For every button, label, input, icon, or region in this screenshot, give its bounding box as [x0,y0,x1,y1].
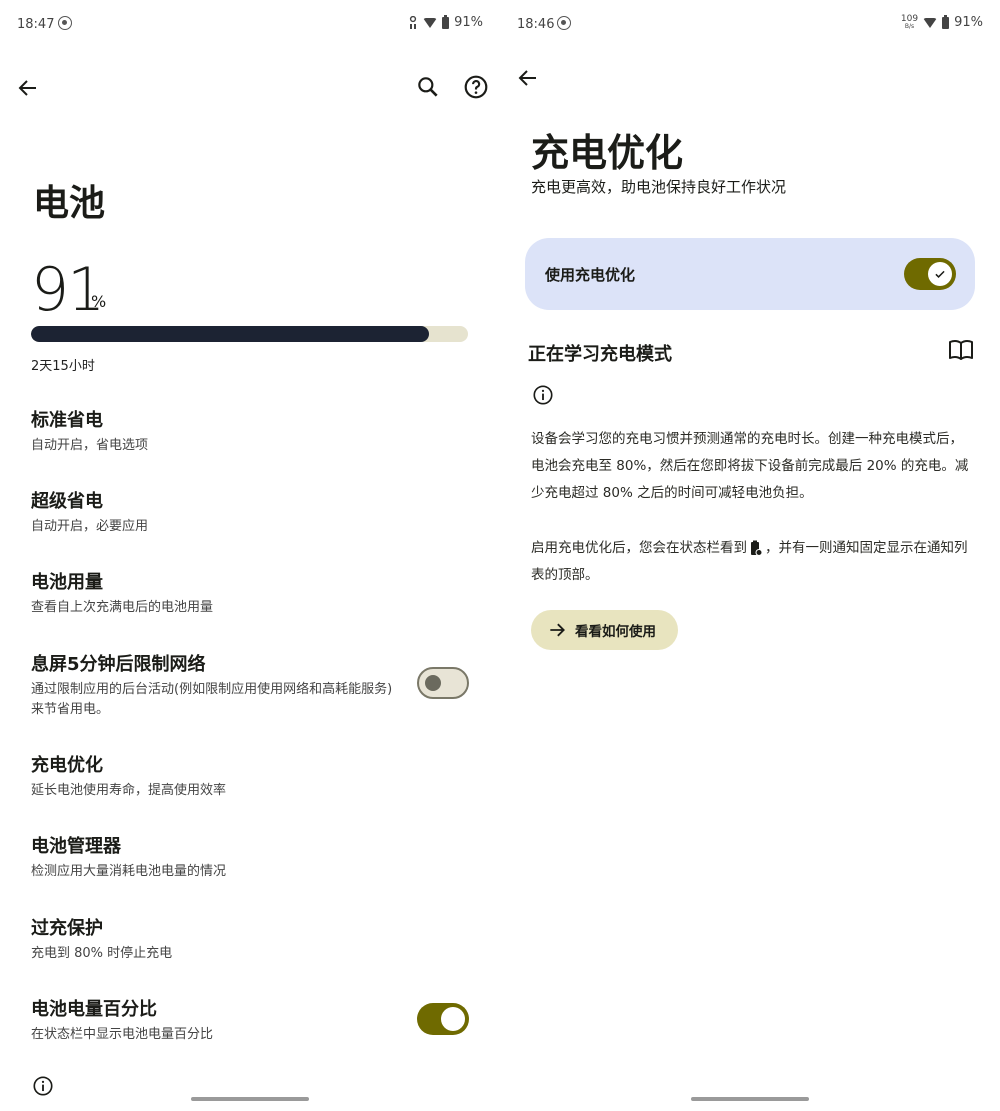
item-subtitle: 查看自上次充满电后的电池用量 [31,600,214,615]
wifi-icon [923,17,938,28]
item-standard-saver[interactable]: 标准省电 自动开启，省电选项 [31,408,411,456]
battery-level: 91 [31,255,105,325]
item-subtitle: 检测应用大量消耗电池电量的情况 [31,864,227,879]
gesture-navigation-bar[interactable] [691,1097,809,1101]
use-charging-optimization-card[interactable]: 使用充电优化 [525,238,975,310]
battery-icon [442,14,450,29]
alarm-icon [58,16,72,30]
page-title: 电池 [33,183,106,224]
how-to-use-label: 看看如何使用 [575,624,656,640]
item-subtitle: 通过限制应用的后台活动(例如限制应用使用网络和高耗能服务)来节省用电。 [31,682,393,717]
battery-progress-fill [31,326,429,342]
item-title: 超级省电 [31,491,103,512]
item-battery-percentage[interactable]: 电池电量百分比 在状态栏中显示电池电量百分比 [31,997,411,1045]
item-battery-usage[interactable]: 电池用量 查看自上次充满电后的电池用量 [31,570,411,618]
battery-icon [942,14,950,29]
item-super-saver[interactable]: 超级省电 自动开启，必要应用 [31,489,411,537]
section-title: 正在学习充电模式 [528,344,672,365]
toggle-knob [441,1007,465,1031]
back-arrow-icon[interactable] [16,76,40,100]
status-bar: 18:46 109 B/s 91% [500,0,1000,50]
item-charging-optimization[interactable]: 充电优化 延长电池使用寿命，提高使用效率 [31,753,411,801]
item-subtitle: 在状态栏中显示电池电量百分比 [31,1027,214,1042]
item-subtitle: 自动开启，省电选项 [31,438,149,453]
status-time: 18:46 [517,17,555,32]
status-battery-percent: 91% [954,15,983,30]
learning-description: 设备会学习您的充电习惯并预测通常的充电时长。创建一种充电模式后，电池会充电至 8… [531,431,969,501]
status-time: 18:47 [17,17,55,32]
item-battery-manager[interactable]: 电池管理器 检测应用大量消耗电池电量的情况 [31,834,411,882]
toggle-knob [425,675,441,691]
network-speed: 109 B/s [900,14,919,30]
help-icon[interactable] [463,74,489,100]
item-title: 息屏5分钟后限制网络 [31,654,206,675]
item-subtitle: 自动开启，必要应用 [31,519,149,534]
item-overcharge-protection[interactable]: 过充保护 充电到 80% 时停止充电 [31,916,411,964]
data-transfer-icon [409,15,417,29]
item-title: 电池管理器 [31,836,121,857]
restrict-network-toggle[interactable] [417,667,469,699]
info-icon [33,1076,53,1096]
charging-optimization-toggle[interactable] [904,258,956,290]
book-icon[interactable] [948,338,974,362]
charging-optimization-screen: 18:46 109 B/s 91% 充电优化 充电更高效，助电池保持良好工作状况… [500,0,1000,1111]
card-label: 使用充电优化 [545,266,636,284]
item-restrict-network[interactable]: 息屏5分钟后限制网络 通过限制应用的后台活动(例如限制应用使用网络和高耗能服务)… [31,652,403,720]
item-title: 过充保护 [31,918,103,939]
item-subtitle: 充电到 80% 时停止充电 [31,946,173,961]
battery-remaining-time: 2天15小时 [31,359,95,374]
battery-settings-screen: 18:47 91% 电池 91 % 2天15小时 标准省电 自动开启，省电选项 [0,0,500,1111]
gesture-navigation-bar[interactable] [191,1097,309,1101]
status-bar: 18:47 91% [0,0,500,50]
check-icon [935,270,945,278]
item-title: 标准省电 [31,410,103,431]
battery-progress-bar [31,326,468,342]
status-battery-percent: 91% [454,15,483,30]
item-title: 充电优化 [31,755,103,776]
charging-optimization-status-icon [751,540,762,556]
alarm-icon [557,16,571,30]
back-arrow-icon[interactable] [516,66,540,90]
item-subtitle: 延长电池使用寿命，提高使用效率 [31,783,227,798]
status-bar-description: 启用充电优化后，您会在状态栏看到 ，并有一则通知固定显示在通知列表的顶部。 [531,540,968,583]
battery-percentage-toggle[interactable] [417,1003,469,1035]
search-icon[interactable] [415,74,441,100]
battery-level-unit: % [91,292,107,311]
page-subtitle: 充电更高效，助电池保持良好工作状况 [531,178,787,196]
toggle-knob [928,262,952,286]
arrow-right-icon [550,623,565,637]
page-title: 充电优化 [531,131,684,175]
info-icon [533,385,553,405]
item-title: 电池电量百分比 [31,999,157,1020]
wifi-icon [423,17,438,28]
how-to-use-button[interactable]: 看看如何使用 [531,610,678,650]
item-title: 电池用量 [31,572,103,593]
